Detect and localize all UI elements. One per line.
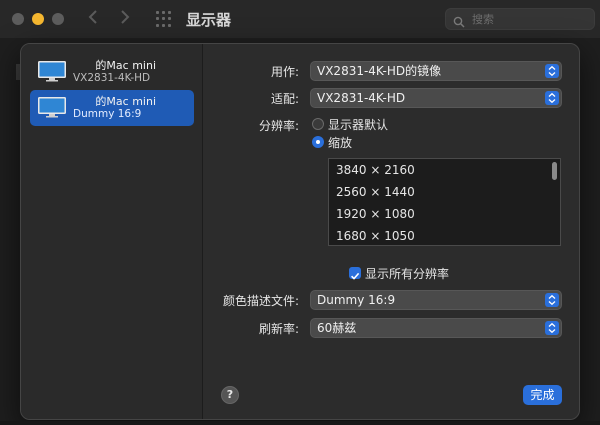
color-profile-label: 颜色描述文件: — [179, 292, 299, 309]
display-subtitle: Dummy 16:9 — [73, 108, 141, 120]
use-as-value: VX2831-4K-HD的镜像 — [317, 64, 441, 78]
close-window-button[interactable] — [12, 13, 24, 25]
window-title: 显示器 — [186, 9, 231, 30]
refresh-rate-popup[interactable]: 60赫兹 — [310, 318, 562, 338]
optimize-for-label: 适配: — [179, 90, 299, 107]
resolution-list-item[interactable]: 1680 × 1050 — [329, 225, 560, 246]
search-input[interactable] — [472, 11, 587, 28]
search-field[interactable] — [445, 8, 595, 30]
popup-stepper-icon — [545, 91, 559, 105]
refresh-rate-value: 60赫兹 — [317, 321, 356, 335]
minimize-window-button[interactable] — [32, 13, 44, 25]
title-bar: 显示器 — [0, 0, 600, 38]
resolution-label: 分辨率: — [179, 117, 299, 134]
show-all-resolutions-checkbox[interactable] — [349, 267, 361, 279]
optimize-for-popup[interactable]: VX2831-4K-HD — [310, 88, 562, 108]
display-name: 的Mac mini — [30, 93, 190, 109]
chevron-right-icon[interactable] — [120, 9, 130, 29]
popup-stepper-icon — [545, 64, 559, 78]
search-icon — [453, 13, 465, 32]
color-profile-popup[interactable]: Dummy 16:9 — [310, 290, 562, 310]
radio-default-resolution[interactable] — [312, 118, 324, 130]
radio-scaled-label: 缩放 — [328, 134, 352, 151]
optimize-for-value: VX2831-4K-HD — [317, 91, 405, 105]
display-subtitle: VX2831-4K-HD — [73, 72, 150, 84]
show-all-resolutions-label: 显示所有分辨率 — [365, 265, 449, 282]
use-as-popup[interactable]: VX2831-4K-HD的镜像 — [310, 61, 562, 81]
help-button[interactable]: ? — [221, 386, 239, 404]
popup-stepper-icon — [545, 293, 559, 307]
resolution-list[interactable]: 3840 × 2160 2560 × 1440 1920 × 1080 1680… — [328, 158, 561, 246]
resolution-list-scrollbar[interactable] — [552, 162, 557, 180]
display-item-vx2831[interactable]: 的Mac mini VX2831-4K-HD — [30, 54, 194, 90]
refresh-rate-label: 刷新率: — [179, 320, 299, 337]
display-list-sidebar: 的Mac mini VX2831-4K-HD 的Mac mini Dummy 1… — [21, 44, 203, 419]
done-button[interactable]: 完成 — [523, 385, 562, 405]
popup-stepper-icon — [545, 321, 559, 335]
radio-default-label: 显示器默认 — [328, 116, 388, 133]
use-as-label: 用作: — [179, 63, 299, 80]
resolution-list-item[interactable]: 2560 × 1440 — [329, 181, 560, 203]
zoom-window-button[interactable] — [52, 13, 64, 25]
resolution-list-item[interactable]: 3840 × 2160 — [329, 159, 560, 181]
display-settings-panel: 用作: VX2831-4K-HD的镜像 适配: VX2831-4K-HD 分辨率… — [204, 44, 579, 419]
display-settings-sheet: 的Mac mini VX2831-4K-HD 的Mac mini Dummy 1… — [20, 43, 580, 420]
grid-icon[interactable] — [156, 11, 172, 27]
color-profile-value: Dummy 16:9 — [317, 293, 395, 307]
radio-scaled-resolution[interactable] — [312, 136, 324, 148]
display-item-dummy[interactable]: 的Mac mini Dummy 16:9 — [30, 90, 194, 126]
display-name: 的Mac mini — [30, 57, 190, 73]
background-bottom-edge — [0, 421, 600, 425]
chevron-left-icon[interactable] — [88, 9, 98, 29]
resolution-list-item[interactable]: 1920 × 1080 — [329, 203, 560, 225]
